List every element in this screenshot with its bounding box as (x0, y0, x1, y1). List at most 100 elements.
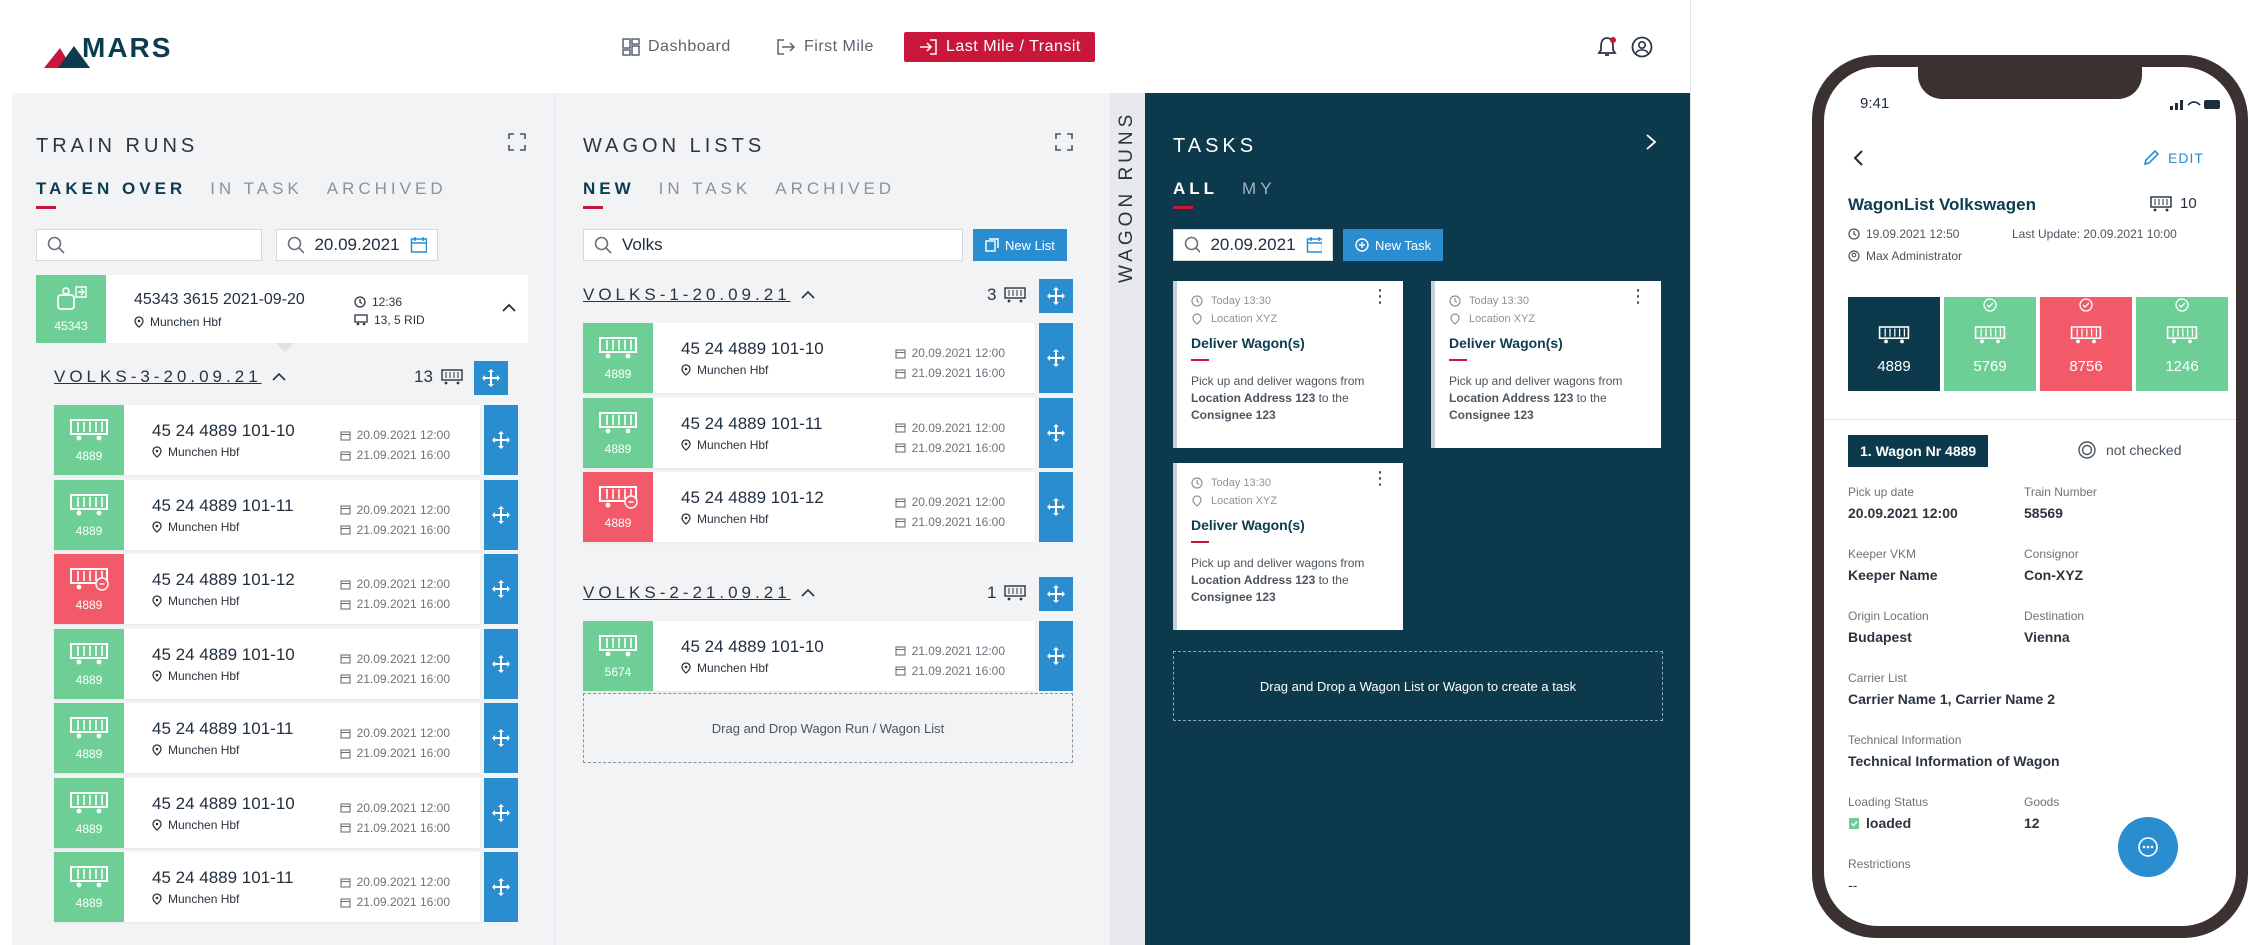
tab-in-task[interactable]: IN TASK (210, 179, 303, 199)
drag-handle-button[interactable] (484, 628, 518, 699)
calendar-icon (340, 525, 351, 535)
train-search-input[interactable] (36, 229, 262, 261)
check-circle-icon (1983, 298, 1997, 312)
expand-icon[interactable] (1055, 133, 1073, 151)
drag-handle-button[interactable] (1039, 279, 1073, 313)
wagon-tile[interactable]: 1246 (2136, 297, 2228, 391)
phone-notch (1918, 67, 2142, 99)
wagon-card[interactable]: 4889 45 24 4889 101-10 Munchen Hbf 20.09… (54, 628, 480, 699)
drag-handle-button[interactable] (1039, 323, 1073, 393)
wagon-dropzone[interactable]: Drag and Drop Wagon Run / Wagon List (583, 693, 1073, 763)
notification-bell-icon[interactable] (1597, 36, 1617, 58)
pencil-icon (2143, 149, 2160, 166)
task-title: Deliver Wagon(s) (1191, 335, 1305, 351)
calendar-icon[interactable] (410, 236, 427, 254)
drag-handle-button[interactable] (1039, 620, 1073, 691)
new-task-button[interactable]: New Task (1343, 229, 1444, 261)
wagon-search-input[interactable]: Volks (583, 229, 963, 261)
task-dropzone[interactable]: Drag and Drop a Wagon List or Wagon to c… (1173, 651, 1663, 721)
task-card[interactable]: ⋮ Today 13:30 Location XYZ Deliver Wagon… (1173, 281, 1403, 448)
train-group-title[interactable]: VOLKS-3-20.09.21 (54, 367, 286, 387)
tab-all[interactable]: ALL (1173, 179, 1218, 209)
wagon-status-badge: 4889 (54, 703, 124, 773)
wagon-card[interactable]: 4889 45 24 4889 101-11 Munchen Hbf 20.09… (54, 479, 480, 550)
calendar-icon (340, 430, 351, 441)
wagon-card[interactable]: 4889 45 24 4889 101-11 Munchen Hbf 20.09… (54, 703, 480, 773)
user-profile-icon[interactable] (1631, 36, 1653, 58)
tasks-date-input[interactable]: 20.09.2021 (1173, 229, 1333, 261)
location-pin-icon (152, 893, 162, 905)
wagon-card[interactable]: 5674 45 24 4889 101-10 Munchen Hbf 21.09… (583, 620, 1035, 691)
wagon-tile[interactable]: 8756 (2040, 297, 2132, 391)
wagon-card[interactable]: 4889 45 24 4889 101-12 Munchen Hbf 20.09… (54, 554, 480, 624)
expand-icon[interactable] (508, 133, 526, 151)
drag-handle-button[interactable] (484, 479, 518, 550)
drag-handle-button[interactable] (484, 852, 518, 922)
wagon-card[interactable]: 4889 45 24 4889 101-10 Munchen Hbf 20.09… (54, 777, 480, 848)
new-list-button[interactable]: New List (973, 229, 1067, 261)
chevron-right-icon[interactable] (1645, 133, 1657, 151)
back-arrow-icon[interactable] (1852, 149, 1864, 167)
wagon-outline-icon (1004, 584, 1027, 600)
drag-handle-button[interactable] (1039, 397, 1073, 468)
wagon-runs-panel[interactable]: WAGON RUNS (1110, 93, 1145, 945)
wagon-date-start: 20.09.2021 12:00 (911, 346, 1005, 360)
drag-handle-button[interactable] (1039, 576, 1073, 611)
status-bar-icons (2170, 100, 2220, 110)
tab-archived[interactable]: ARCHIVED (327, 179, 447, 199)
move-icon (1046, 423, 1066, 443)
check-circle-icon (2175, 298, 2189, 312)
more-options-icon[interactable]: ⋮ (1371, 469, 1389, 487)
task-card[interactable]: ⋮ Today 13:30 Location XYZ Deliver Wagon… (1431, 281, 1661, 448)
chat-fab-button[interactable] (2118, 817, 2178, 877)
wagon-group-name: VOLKS-1-20.09.21 (583, 285, 791, 304)
wagon-card[interactable]: 4889 45 24 4889 101-11 Munchen Hbf 20.09… (583, 397, 1035, 468)
task-card[interactable]: ⋮ Today 13:30 Location XYZ Deliver Wagon… (1173, 463, 1403, 630)
tab-archived[interactable]: ARCHIVED (775, 179, 895, 199)
nav-last-mile[interactable]: Last Mile / Transit (904, 32, 1095, 62)
train-run-card[interactable]: 45343 45343 3615 2021-09-20 Munchen Hbf … (36, 275, 528, 343)
tab-in-task[interactable]: IN TASK (659, 179, 752, 199)
new-list-label: New List (1005, 237, 1055, 253)
destination-value: Vienna (2024, 629, 2070, 645)
check-status[interactable]: not checked (2078, 441, 2182, 459)
train-date-input[interactable]: 20.09.2021 (276, 229, 438, 261)
more-options-icon[interactable]: ⋮ (1629, 287, 1647, 305)
consignor-value: Con-XYZ (2024, 567, 2084, 583)
drag-handle-button[interactable] (484, 554, 518, 624)
wagon-badge-number: 4889 (604, 516, 632, 530)
wagon-group-title[interactable]: VOLKS-1-20.09.21 (583, 285, 815, 305)
drag-handle-button[interactable] (484, 405, 518, 475)
wagon-group-title[interactable]: VOLKS-2-21.09.21 (583, 583, 815, 603)
tab-new[interactable]: NEW (583, 179, 635, 209)
drag-handle-button[interactable] (1039, 472, 1073, 542)
more-options-icon[interactable]: ⋮ (1371, 287, 1389, 305)
task-time: Today 13:30 (1449, 295, 1647, 307)
wagon-icon (69, 492, 109, 518)
wagon-tile[interactable]: 4889 (1848, 297, 1940, 391)
wagon-status-badge: 4889 (54, 628, 124, 699)
wagon-card[interactable]: 4889 45 24 4889 101-11 Munchen Hbf 20.09… (54, 852, 480, 922)
task-desc-text: Pick up and deliver wagons from (1191, 374, 1365, 388)
wagon-card[interactable]: 4889 45 24 4889 101-10 Munchen Hbf 20.09… (54, 405, 480, 475)
task-desc-address: Location Address 123 (1191, 391, 1316, 405)
nav-first-mile[interactable]: First Mile (776, 32, 874, 62)
wagon-icon (598, 633, 638, 659)
wagon-card[interactable]: 4889 45 24 4889 101-12 Munchen Hbf 20.09… (583, 472, 1035, 542)
task-time-label: Today 13:30 (1211, 477, 1271, 489)
tab-taken-over[interactable]: TAKEN OVER (36, 179, 186, 209)
chevron-up-icon[interactable] (502, 303, 516, 313)
tab-my[interactable]: MY (1242, 179, 1276, 199)
edit-button[interactable]: EDIT (2142, 149, 2204, 167)
wagon-tile[interactable]: 5769 (1944, 297, 2036, 391)
task-desc-address: Location Address 123 (1449, 391, 1574, 405)
drag-handle-button[interactable] (484, 777, 518, 848)
drag-handle-button[interactable] (484, 703, 518, 773)
nav-dashboard[interactable]: Dashboard (622, 32, 731, 62)
wagon-dates: 20.09.2021 12:00 21.09.2021 16:00 (340, 723, 450, 763)
drag-handle-button[interactable] (474, 361, 508, 395)
wagon-card[interactable]: 4889 45 24 4889 101-10 Munchen Hbf 20.09… (583, 323, 1035, 393)
calendar-icon[interactable] (1306, 236, 1322, 254)
wagon-badge-number: 4889 (75, 523, 103, 538)
wagon-number-badge[interactable]: 1. Wagon Nr 4889 (1848, 435, 1989, 467)
